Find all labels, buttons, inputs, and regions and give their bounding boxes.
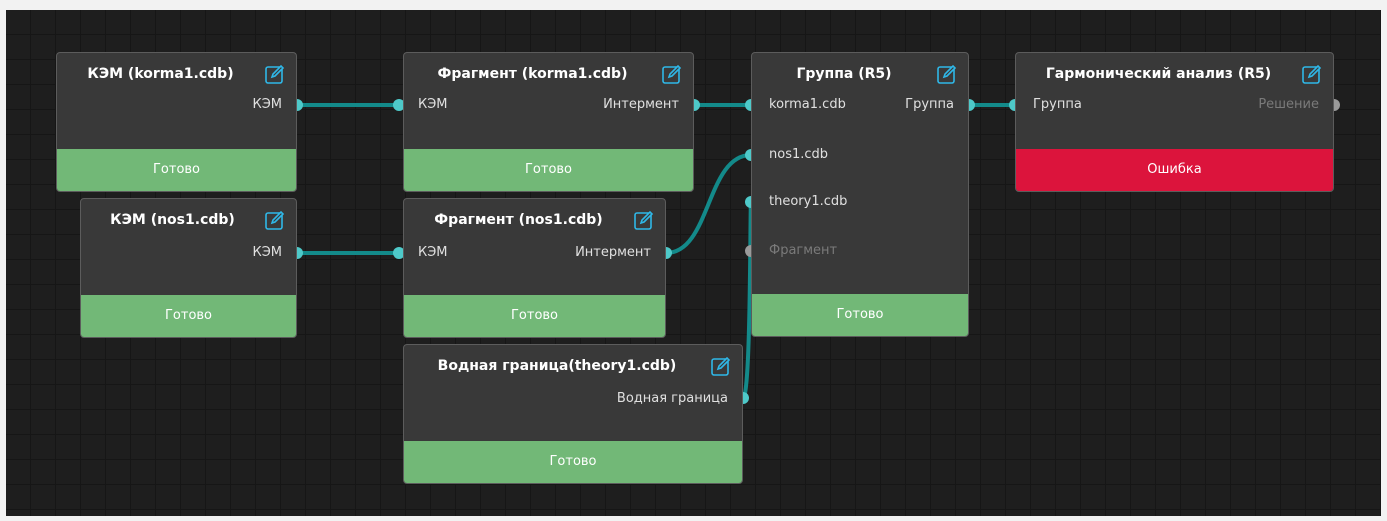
edit-icon[interactable] bbox=[264, 63, 286, 85]
node-title: Фрагмент (nos1.cdb) bbox=[434, 212, 603, 228]
edit-icon[interactable] bbox=[264, 209, 286, 231]
port-label-interment: Интермент bbox=[603, 97, 679, 112]
node-fragment-nos[interactable]: Фрагмент (nos1.cdb) КЭМ Интермент Готово bbox=[403, 198, 666, 338]
status-bar: Готово bbox=[752, 294, 968, 336]
status-bar: Готово bbox=[57, 149, 296, 191]
node-title: КЭМ (nos1.cdb) bbox=[110, 212, 235, 228]
port-label-solution: Решение bbox=[1258, 97, 1319, 112]
node-harmonic-analysis[interactable]: Гармонический анализ (R5) Группа Решение… bbox=[1015, 52, 1334, 192]
port-label-kem: КЭМ bbox=[252, 97, 282, 112]
node-header[interactable]: КЭМ (korma1.cdb) bbox=[57, 53, 296, 99]
edit-icon[interactable] bbox=[710, 355, 732, 377]
status-bar: Готово bbox=[404, 295, 665, 337]
port-label-water-boundary: Водная граница bbox=[616, 391, 728, 406]
node-title: Водная граница(theory1.cdb) bbox=[437, 358, 677, 374]
port-label-group-in: Группа bbox=[1033, 97, 1082, 112]
status-bar: Готово bbox=[81, 295, 296, 337]
port-label-theory: theory1.cdb bbox=[769, 194, 848, 209]
port-label-fragment: Фрагмент bbox=[769, 243, 838, 258]
port-label-kem-in: КЭМ bbox=[418, 97, 448, 112]
node-title: Фрагмент (korma1.cdb) bbox=[437, 66, 628, 82]
port-label-group-out: Группа bbox=[905, 97, 954, 112]
node-header[interactable]: Гармонический анализ (R5) bbox=[1016, 53, 1333, 99]
port-label-kem-in: КЭМ bbox=[418, 245, 448, 260]
port-label-interment: Интермент bbox=[575, 245, 651, 260]
node-header[interactable]: Водная граница(theory1.cdb) bbox=[404, 345, 742, 391]
node-fragment-korma[interactable]: Фрагмент (korma1.cdb) КЭМ Интермент Гото… bbox=[403, 52, 694, 192]
port-label-korma: korma1.cdb bbox=[769, 97, 846, 112]
node-kem-korma[interactable]: КЭМ (korma1.cdb) КЭМ Готово bbox=[56, 52, 297, 192]
node-header[interactable]: Фрагмент (korma1.cdb) bbox=[404, 53, 693, 99]
node-water-boundary[interactable]: Водная граница(theory1.cdb) Водная грани… bbox=[403, 344, 743, 484]
node-title: Гармонический анализ (R5) bbox=[1045, 66, 1272, 82]
edit-icon[interactable] bbox=[1301, 63, 1323, 85]
node-header[interactable]: Группа (R5) bbox=[752, 53, 968, 99]
port-label-kem: КЭМ bbox=[252, 245, 282, 260]
node-group[interactable]: Группа (R5) korma1.cdb nos1.cdb theory1.… bbox=[751, 52, 969, 337]
status-bar: Готово bbox=[404, 441, 742, 483]
port-label-nos: nos1.cdb bbox=[769, 147, 829, 162]
edit-icon[interactable] bbox=[633, 209, 655, 231]
node-header[interactable]: Фрагмент (nos1.cdb) bbox=[404, 199, 665, 245]
node-title: КЭМ (korma1.cdb) bbox=[87, 66, 234, 82]
node-title: Группа (R5) bbox=[796, 66, 892, 82]
node-kem-nos[interactable]: КЭМ (nos1.cdb) КЭМ Готово bbox=[80, 198, 297, 338]
edit-icon[interactable] bbox=[661, 63, 683, 85]
node-header[interactable]: КЭМ (nos1.cdb) bbox=[81, 199, 296, 245]
edit-icon[interactable] bbox=[936, 63, 958, 85]
node-editor-canvas[interactable]: КЭМ (korma1.cdb) КЭМ Готово КЭМ (nos1.cd… bbox=[6, 10, 1381, 516]
link-water-to-group bbox=[741, 200, 753, 400]
status-bar: Готово bbox=[404, 149, 693, 191]
status-bar: Ошибка bbox=[1016, 149, 1333, 191]
